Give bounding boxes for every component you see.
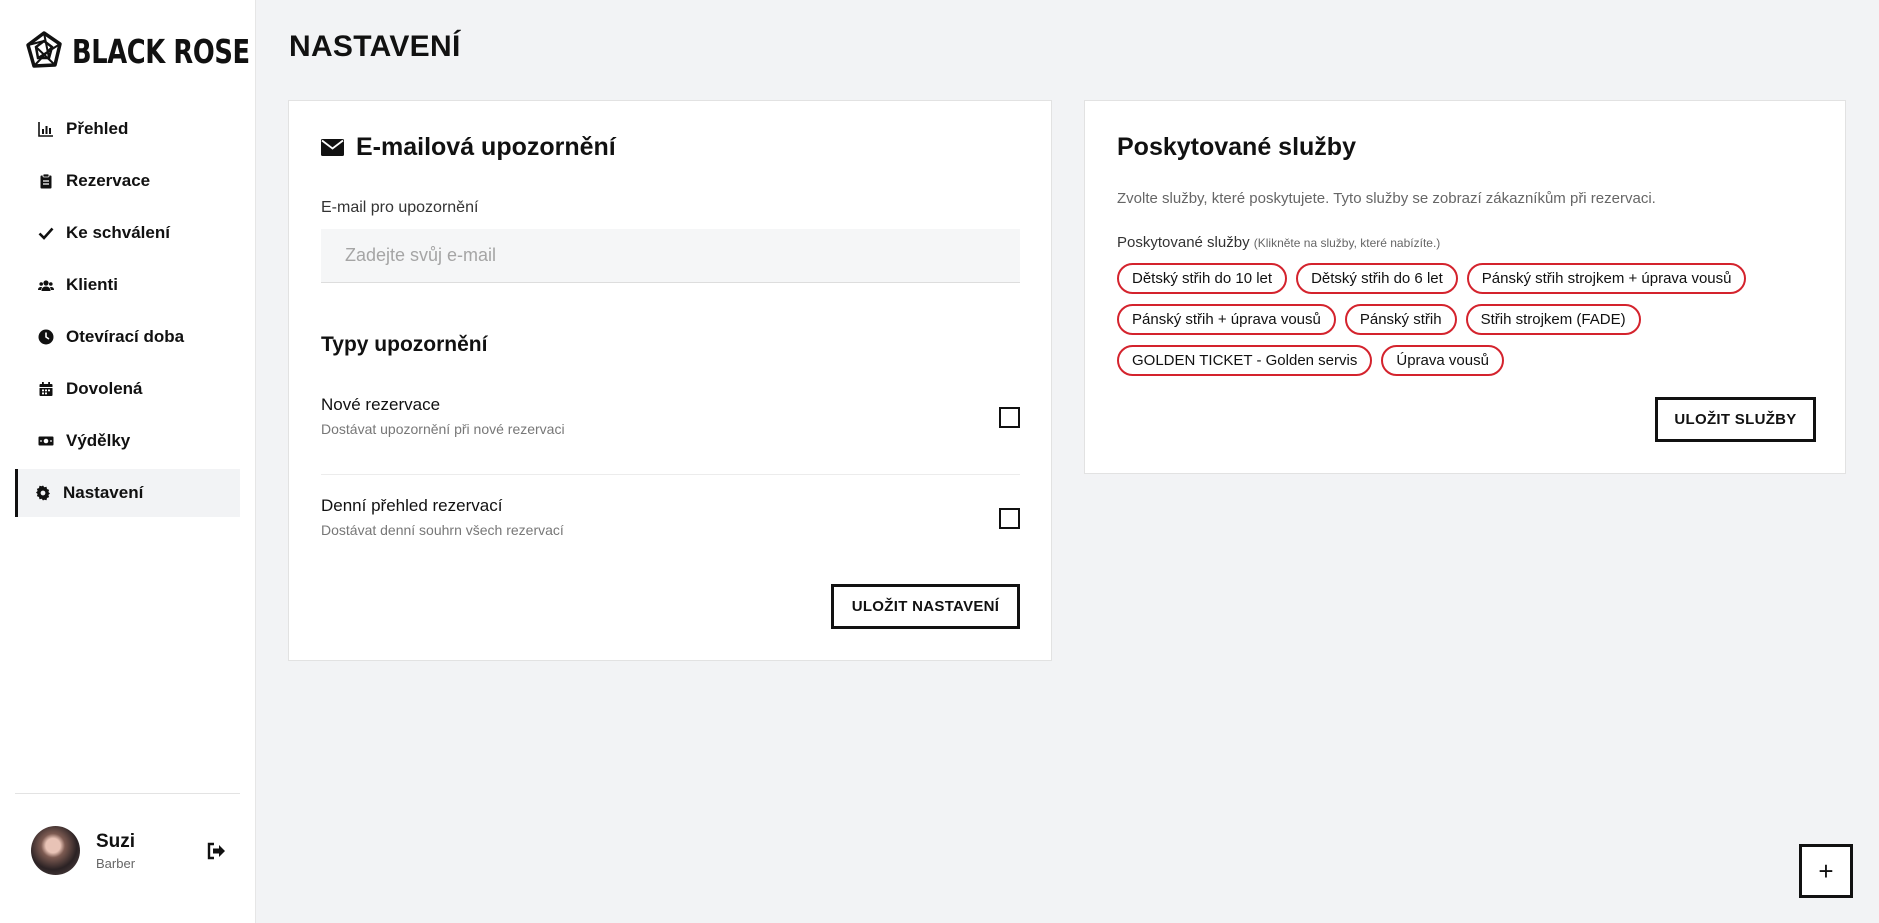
services-card: Poskytované služby Zvolte služby, které … xyxy=(1084,100,1846,474)
envelope-icon xyxy=(321,139,344,156)
add-button[interactable]: + xyxy=(1799,844,1853,898)
bar-chart-icon xyxy=(38,121,54,137)
sidebar-item-label: Klienti xyxy=(66,275,118,294)
sidebar-item-label: Ke schválení xyxy=(66,223,170,242)
daily-summary-checkbox[interactable] xyxy=(999,508,1020,529)
services-card-title: Poskytované služby xyxy=(1117,133,1356,161)
service-chip[interactable]: Střih strojkem (FADE) xyxy=(1465,304,1641,335)
notification-option-description: Dostávat denní souhrn všech rezervací xyxy=(321,522,564,538)
avatar xyxy=(31,826,80,875)
rose-logo-icon xyxy=(26,31,62,68)
money-icon xyxy=(38,433,54,449)
service-chip[interactable]: Pánský střih xyxy=(1344,304,1457,335)
service-chip[interactable]: Úprava vousů xyxy=(1381,345,1504,376)
email-field-label: E-mail pro upozornění xyxy=(321,199,479,216)
notification-types-title: Typy upozornění xyxy=(321,333,488,356)
service-chip[interactable]: GOLDEN TICKET - Golden servis xyxy=(1117,345,1373,376)
services-label: Poskytované služby (Klikněte na služby, … xyxy=(1117,234,1440,251)
user-profile: Suzi Barber xyxy=(31,826,135,875)
sidebar: BLACK ROSE Přehled Rezervace Ke schválen… xyxy=(0,0,256,923)
services-description: Zvolte služby, které poskytujete. Tyto s… xyxy=(1117,190,1656,207)
user-name: Suzi xyxy=(96,830,136,852)
sidebar-divider xyxy=(15,793,240,794)
service-chip[interactable]: Dětský střih do 6 let xyxy=(1296,263,1458,294)
page-title: NASTAVENÍ xyxy=(289,30,461,63)
new-reservations-checkbox[interactable] xyxy=(999,407,1020,428)
sidebar-item-vydelky[interactable]: Výdělky xyxy=(15,417,240,465)
email-card-title: E-mailová upozornění xyxy=(321,133,616,162)
notification-option-title: Denní přehled rezervací xyxy=(321,496,503,515)
clipboard-icon xyxy=(38,173,54,189)
sidebar-item-label: Otevírací doba xyxy=(66,327,185,346)
notification-option-description: Dostávat upozornění při nové rezervaci xyxy=(321,421,565,437)
save-settings-button[interactable]: ULOŽIT NASTAVENÍ xyxy=(831,584,1020,629)
brand-name: BLACK ROSE xyxy=(72,31,250,71)
sidebar-item-prehled[interactable]: Přehled xyxy=(15,105,240,153)
sidebar-item-oteviraci-doba[interactable]: Otevírací doba xyxy=(15,313,240,361)
sidebar-item-label: Přehled xyxy=(66,119,129,138)
service-chip[interactable]: Dětský střih do 10 let xyxy=(1117,263,1288,294)
sidebar-nav: Přehled Rezervace Ke schválení Klienti O… xyxy=(15,105,240,521)
save-services-button[interactable]: ULOŽIT SLUŽBY xyxy=(1655,397,1816,442)
sidebar-item-klienti[interactable]: Klienti xyxy=(15,261,240,309)
sidebar-item-label: Dovolená xyxy=(66,379,143,398)
brand-logo[interactable]: BLACK ROSE xyxy=(24,30,300,72)
clock-icon xyxy=(38,329,54,345)
sidebar-item-label: Rezervace xyxy=(66,171,151,190)
sidebar-item-dovolena[interactable]: Dovolená xyxy=(15,365,240,413)
email-notifications-card: E-mailová upozornění E-mail pro upozorně… xyxy=(288,100,1052,661)
calendar-icon xyxy=(38,381,54,397)
users-icon xyxy=(38,277,54,293)
check-icon xyxy=(38,225,54,241)
notification-option-new-reservations: Nové rezervace Dostávat upozornění při n… xyxy=(321,395,1020,475)
gear-icon xyxy=(35,485,51,501)
sidebar-item-nastaveni[interactable]: Nastavení xyxy=(15,469,240,517)
services-chip-list: Dětský střih do 10 let Dětský střih do 6… xyxy=(1117,263,1817,386)
user-role: Barber xyxy=(96,855,136,871)
sidebar-item-ke-schvaleni[interactable]: Ke schválení xyxy=(15,209,240,257)
sidebar-item-rezervace[interactable]: Rezervace xyxy=(15,157,240,205)
sidebar-item-label: Výdělky xyxy=(66,431,131,450)
sidebar-item-label: Nastavení xyxy=(63,483,144,502)
email-card-title-text: E-mailová upozornění xyxy=(356,133,616,161)
logout-icon[interactable] xyxy=(205,840,227,862)
email-field[interactable] xyxy=(321,229,1020,283)
service-chip[interactable]: Pánský střih strojkem + úprava vousů xyxy=(1466,263,1747,294)
notification-option-title: Nové rezervace xyxy=(321,395,441,414)
service-chip[interactable]: Pánský střih + úprava vousů xyxy=(1117,304,1336,335)
services-label-text: Poskytované služby xyxy=(1117,234,1250,251)
services-hint: (Klikněte na služby, které nabízíte.) xyxy=(1253,236,1441,250)
notification-option-daily-summary: Denní přehled rezervací Dostávat denní s… xyxy=(321,496,1020,576)
